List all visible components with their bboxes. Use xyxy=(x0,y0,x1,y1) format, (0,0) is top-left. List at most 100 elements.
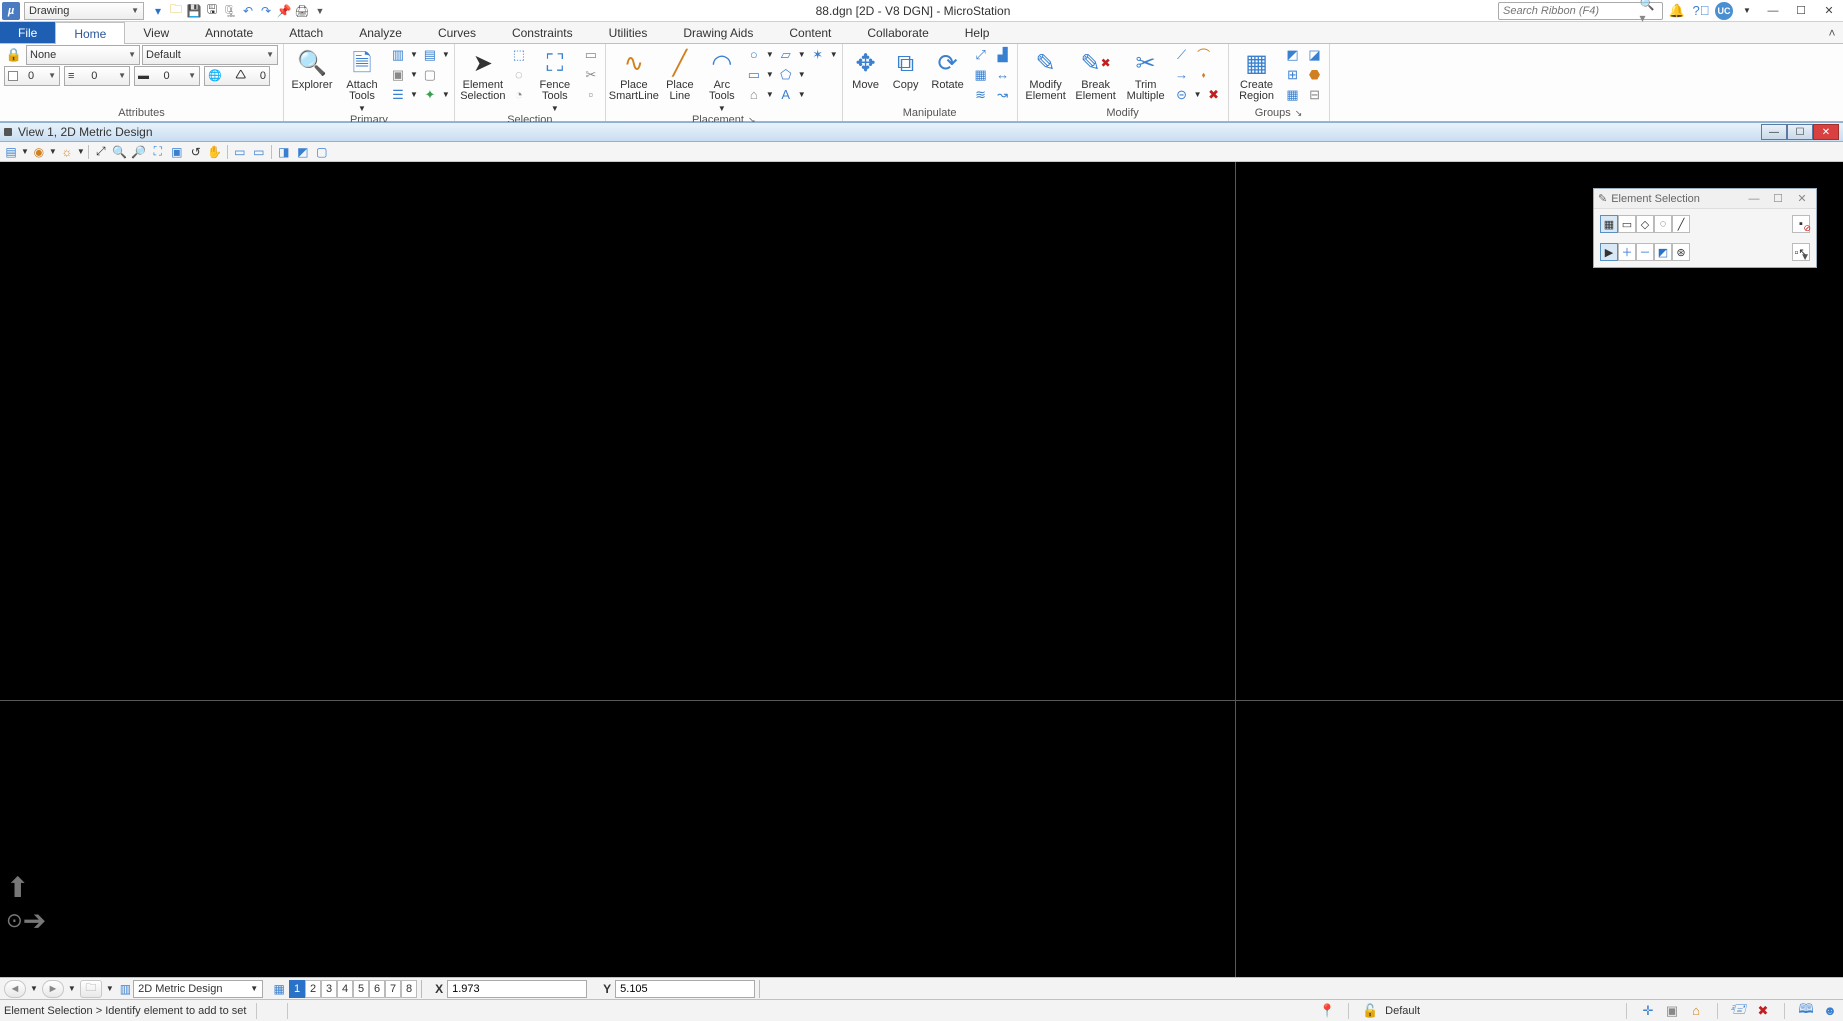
window-area-icon[interactable]: ▣ xyxy=(168,144,186,160)
tab-help[interactable]: Help xyxy=(947,22,1008,43)
level-manager-icon[interactable]: ☰ xyxy=(388,86,408,104)
workflow-dropdown[interactable]: Drawing ▼ xyxy=(24,2,144,20)
clip-volume-icon[interactable]: ◨ xyxy=(275,144,293,160)
tab-utilities[interactable]: Utilities xyxy=(591,22,666,43)
rotate-view-icon[interactable]: ↺ xyxy=(187,144,205,160)
view-button-7[interactable]: 7 xyxy=(385,980,401,998)
undo-icon[interactable]: ↶ xyxy=(240,3,256,19)
tab-home[interactable]: Home xyxy=(55,22,125,44)
chevron-down-icon[interactable]: ▼ xyxy=(410,50,418,59)
fence-delete-icon[interactable]: ✂ xyxy=(581,66,601,84)
select-by-icon[interactable]: ◔ xyxy=(509,86,529,104)
maximize-button[interactable]: ☐ xyxy=(1789,3,1813,19)
view-button-8[interactable]: 8 xyxy=(401,980,417,998)
design-history-icon[interactable]: 🕮 xyxy=(1797,1003,1815,1019)
tab-view[interactable]: View xyxy=(125,22,187,43)
view-maximize-button[interactable]: ☐ xyxy=(1787,124,1813,140)
element-selection-button[interactable]: ➤ Element Selection xyxy=(459,45,507,102)
view-toggle-icon[interactable]: ▦ xyxy=(269,980,289,998)
no-dgn-changes-icon[interactable]: ✖ xyxy=(1754,1003,1772,1019)
ribbon-search[interactable]: 🔍▾ xyxy=(1498,2,1663,20)
group-lock-icon[interactable]: ⊟ xyxy=(1305,86,1325,104)
level-lock-icon[interactable]: 🔒 xyxy=(4,46,24,64)
ribbon-collapse-icon[interactable]: ˄ xyxy=(1821,22,1843,43)
stretch-icon[interactable]: ↔ xyxy=(993,66,1013,84)
qat-more-icon[interactable]: ▼ xyxy=(312,3,328,19)
weight-dropdown[interactable]: ▬0▼ xyxy=(134,66,200,86)
circle-icon[interactable]: ○ xyxy=(744,46,764,64)
mode-subtract-icon[interactable]: － xyxy=(1636,243,1654,261)
close-button[interactable]: ✕ xyxy=(1817,3,1841,19)
explorer-button[interactable]: 🔍 Explorer xyxy=(288,45,336,91)
set-mark-icon[interactable]: 📌 xyxy=(276,3,292,19)
align-icon[interactable]: ≋ xyxy=(971,86,991,104)
polygon-icon[interactable]: ⬠ xyxy=(776,66,796,84)
scale-icon[interactable]: ⤢ xyxy=(971,46,991,64)
view-button-4[interactable]: 4 xyxy=(337,980,353,998)
drawing-canvas[interactable]: ⬆ ⊙➔ ✎ Element Selection — ☐ ✕ ▦ ▭ ◇ ◌ ╱… xyxy=(0,162,1843,977)
color-dropdown[interactable]: 0▼ xyxy=(4,66,60,86)
fence-copy-icon[interactable]: ▫ xyxy=(581,86,601,104)
method-shape-icon[interactable]: ◇ xyxy=(1636,215,1654,233)
feedback-icon[interactable]: ☻ xyxy=(1821,1003,1839,1019)
rotate-button[interactable]: ⟳Rotate xyxy=(927,45,969,91)
tab-curves[interactable]: Curves xyxy=(420,22,494,43)
save-settings-icon[interactable]: 🖫 xyxy=(204,3,220,19)
display-style-icon[interactable]: ◉ xyxy=(30,144,48,160)
place-smartline-button[interactable]: ∿ Place SmartLine xyxy=(610,45,658,102)
method-circle-icon[interactable]: ◌ xyxy=(1654,215,1672,233)
select-none-icon[interactable]: ◌ xyxy=(509,66,529,84)
chevron-down-icon[interactable]: ▼ xyxy=(410,90,418,99)
nav-history-button[interactable]: 🗀 xyxy=(80,980,102,998)
properties-icon[interactable]: ▤ xyxy=(420,46,440,64)
select-all-icon[interactable]: ⬚ xyxy=(509,46,529,64)
move-button[interactable]: ✥Move xyxy=(847,45,885,91)
view-previous-icon[interactable]: ▭ xyxy=(231,144,249,160)
view-button-3[interactable]: 3 xyxy=(321,980,337,998)
trim-multiple-button[interactable]: ✂Trim Multiple xyxy=(1122,45,1170,102)
snap-mode-icon[interactable]: ✛ xyxy=(1639,1003,1657,1019)
zoom-out-icon[interactable]: 🔍 xyxy=(111,144,129,160)
view-attributes-icon[interactable]: ▤ xyxy=(2,144,20,160)
slab-icon[interactable]: ▱ xyxy=(776,46,796,64)
app-icon[interactable]: µ xyxy=(2,2,20,20)
view-title-bar[interactable]: View 1, 2D Metric Design — ☐ ✕ xyxy=(0,122,1843,142)
references-icon[interactable]: ▣ xyxy=(388,66,408,84)
graphic-group-icon[interactable]: ▦ xyxy=(1283,86,1303,104)
mode-clear-icon[interactable]: ⊛ xyxy=(1672,243,1690,261)
tab-attach[interactable]: Attach xyxy=(271,22,341,43)
group-hole-icon[interactable]: ◩ xyxy=(1283,46,1303,64)
tool-settings-dialog[interactable]: ✎ Element Selection — ☐ ✕ ▦ ▭ ◇ ◌ ╱ ▪⊘ ▶… xyxy=(1593,188,1817,268)
place-line-button[interactable]: ╱ Place Line xyxy=(660,45,700,102)
key-in-icon[interactable]: ▢ xyxy=(420,66,440,84)
clip-mask-icon[interactable]: ◩ xyxy=(294,144,312,160)
redo-icon[interactable]: ↷ xyxy=(258,3,274,19)
tab-collaborate[interactable]: Collaborate xyxy=(849,22,946,43)
notifications-icon[interactable]: 🔔 xyxy=(1667,1,1687,21)
chamfer-icon[interactable]: ⬪ xyxy=(1194,66,1214,84)
view-next-icon[interactable]: ▭ xyxy=(250,144,268,160)
print-icon[interactable]: 🖨 xyxy=(294,3,310,19)
models-icon[interactable]: ▥ xyxy=(388,46,408,64)
copy-button[interactable]: ⧉Copy xyxy=(887,45,925,91)
delete-icon[interactable]: ✖ xyxy=(1204,86,1224,104)
home-icon[interactable]: ⌂ xyxy=(1687,1003,1705,1019)
tab-constraints[interactable]: Constraints xyxy=(494,22,591,43)
fillet-icon[interactable]: ⌒ xyxy=(1194,46,1214,64)
template-dropdown[interactable]: Default▼ xyxy=(142,45,278,65)
linestyle-dropdown[interactable]: ≡0▼ xyxy=(64,66,130,86)
ribbon-search-input[interactable] xyxy=(1503,5,1640,17)
mirror-icon[interactable]: ▟ xyxy=(993,46,1013,64)
level-dropdown[interactable]: None▼ xyxy=(26,45,140,65)
mode-new-icon[interactable]: ▶ xyxy=(1600,243,1618,261)
open-icon[interactable]: 🗀 xyxy=(168,3,184,19)
tab-annotate[interactable]: Annotate xyxy=(187,22,271,43)
adjust-brightness-icon[interactable]: ☼ xyxy=(58,144,76,160)
sparkle-icon[interactable]: ✶ xyxy=(808,46,828,64)
zoom-area-icon[interactable]: ⤢ xyxy=(92,144,110,160)
tool-settings-expand-icon[interactable]: ▼ xyxy=(1800,252,1810,263)
chevron-down-icon[interactable]: ▼ xyxy=(442,50,450,59)
arc-tools-button[interactable]: ◠ Arc Tools ▼ xyxy=(702,45,742,114)
modify-element-button[interactable]: ✎Modify Element xyxy=(1022,45,1070,102)
chevron-down-icon[interactable]: ▼ xyxy=(442,90,450,99)
